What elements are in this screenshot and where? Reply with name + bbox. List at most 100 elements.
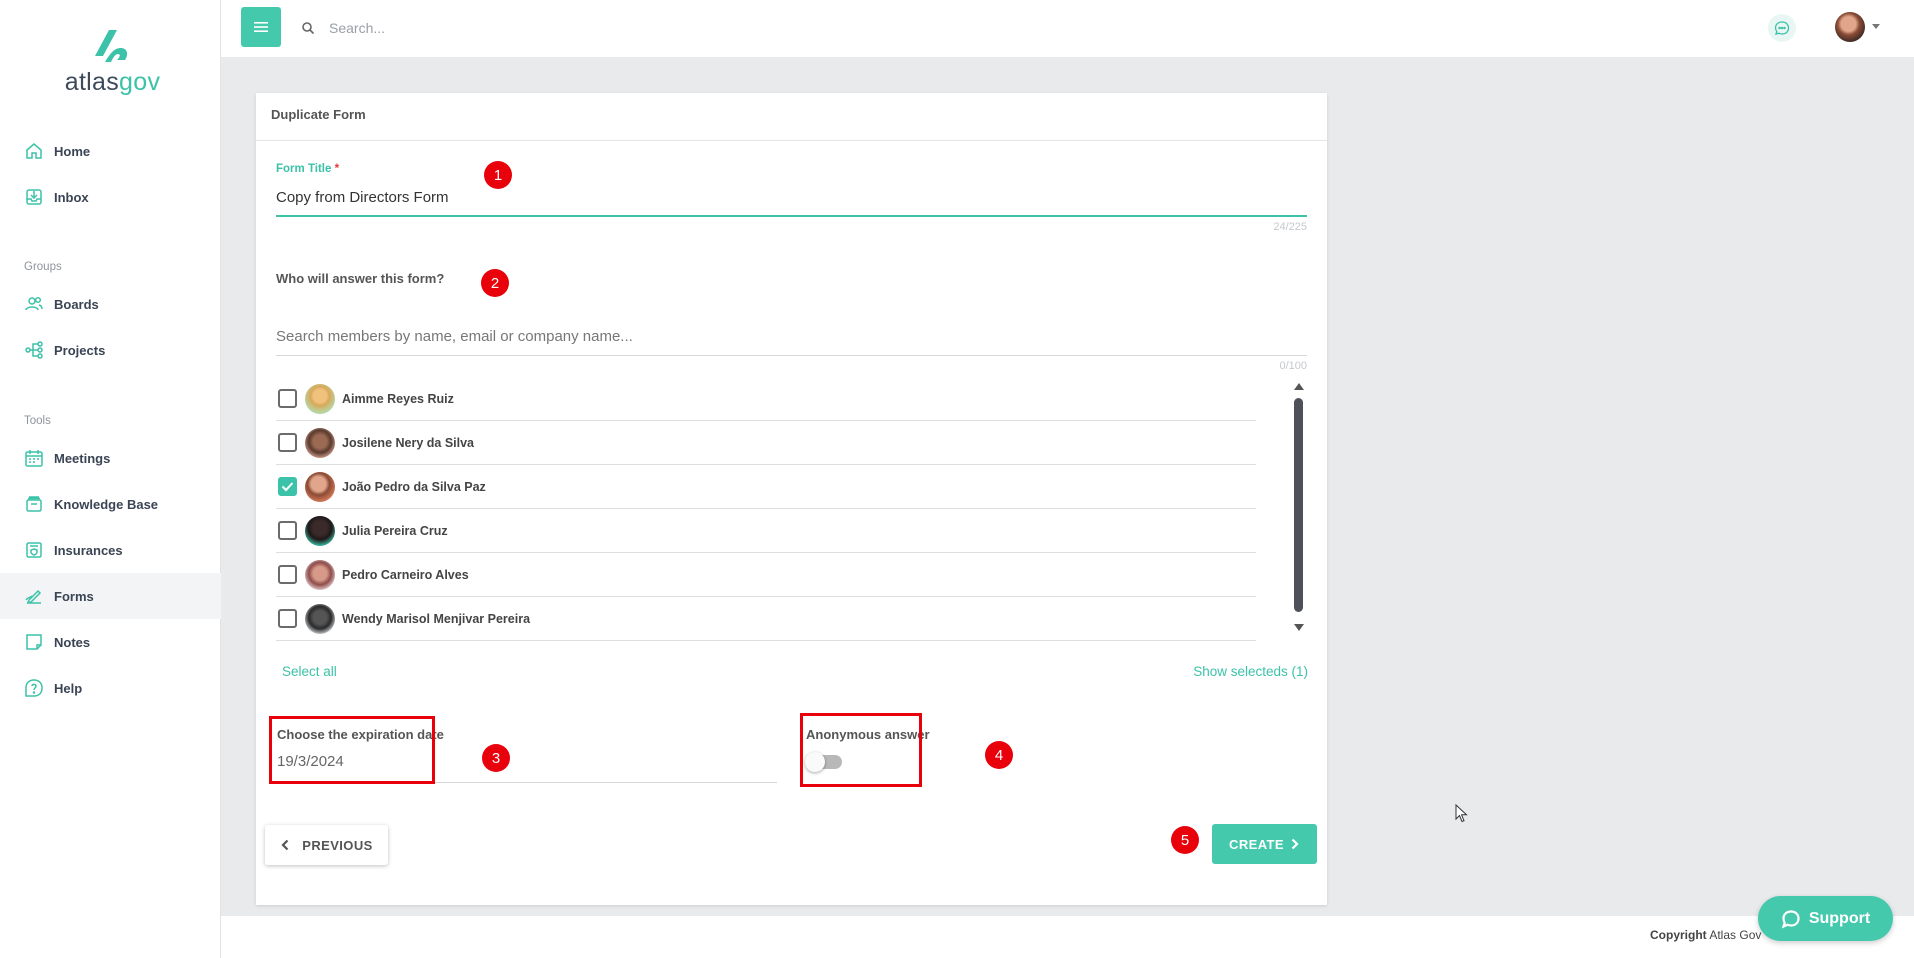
avatar bbox=[305, 471, 335, 502]
sidebar-item-meetings[interactable]: Meetings bbox=[0, 435, 221, 481]
sidebar-item-label: Notes bbox=[54, 634, 91, 650]
atlasgov-logo-icon bbox=[95, 30, 128, 62]
top-bar bbox=[221, 0, 1914, 57]
member-row[interactable]: Pedro Carneiro Alves bbox=[276, 553, 1256, 597]
member-name: João Pedro da Silva Paz bbox=[342, 479, 486, 494]
show-selected-button[interactable]: Show selecteds (1) bbox=[1178, 664, 1308, 679]
sidebar-item-notes[interactable]: Notes bbox=[0, 619, 221, 665]
avatar bbox=[305, 427, 335, 458]
annotation-badge-1: 1 bbox=[484, 161, 512, 189]
form-title-input[interactable] bbox=[276, 184, 1307, 210]
sidebar-item-insurances[interactable]: Insurances bbox=[0, 527, 221, 573]
logo-gov: gov bbox=[119, 68, 161, 96]
calendar-icon bbox=[25, 450, 43, 467]
sidebar-item-knowledge-base[interactable]: Knowledge Base bbox=[0, 481, 221, 527]
chevron-left-icon bbox=[281, 839, 289, 851]
member-row[interactable]: Julia Pereira Cruz bbox=[276, 509, 1256, 553]
create-button[interactable]: CREATE bbox=[1212, 824, 1317, 864]
member-checkbox[interactable] bbox=[278, 565, 297, 584]
member-search-underline bbox=[276, 355, 1307, 356]
hamburger-icon bbox=[254, 22, 268, 32]
member-name: Wendy Marisol Menjivar Pereira bbox=[342, 611, 531, 626]
search-icon bbox=[302, 22, 315, 35]
duplicate-form-card: Duplicate Form Form Title * 24/225 Who w… bbox=[256, 93, 1327, 905]
sidebar-group-groups: Groups bbox=[24, 261, 62, 273]
sidebar-item-home[interactable]: Home bbox=[0, 128, 221, 174]
previous-button[interactable]: PREVIOUS bbox=[265, 825, 388, 865]
sidebar-item-projects[interactable]: Projects bbox=[0, 327, 221, 373]
title-char-counter: 24/225 bbox=[1273, 221, 1307, 233]
avatar bbox=[305, 559, 335, 590]
member-row[interactable]: Wendy Marisol Menjivar Pereira bbox=[276, 597, 1256, 641]
sidebar: atlasgov Home Inbox Groups Boards Projec… bbox=[0, 0, 221, 958]
audience-question: Who will answer this form? bbox=[276, 271, 445, 286]
sidebar-item-label: Boards bbox=[54, 296, 99, 312]
chat-icon bbox=[1774, 21, 1790, 35]
sidebar-item-inbox[interactable]: Inbox bbox=[0, 174, 221, 220]
copyright-company: Atlas Gov bbox=[1709, 928, 1762, 942]
scroll-up-arrow-icon[interactable] bbox=[1294, 383, 1304, 390]
notes-icon bbox=[26, 634, 42, 650]
global-search bbox=[301, 16, 801, 40]
sidebar-item-label: Help bbox=[54, 680, 83, 696]
member-name: Julia Pereira Cruz bbox=[342, 523, 448, 538]
projects-icon bbox=[25, 341, 43, 359]
menu-toggle-button[interactable] bbox=[241, 7, 281, 47]
users-icon bbox=[25, 296, 43, 311]
sidebar-item-forms[interactable]: Forms bbox=[0, 573, 221, 619]
form-title-label: Form Title * bbox=[276, 163, 339, 175]
sidebar-item-label: Knowledge Base bbox=[54, 496, 159, 512]
member-name: Pedro Carneiro Alves bbox=[342, 567, 469, 582]
support-button-label: Support bbox=[1808, 909, 1871, 927]
support-button[interactable]: Support bbox=[1758, 896, 1893, 941]
member-checkbox[interactable] bbox=[278, 609, 297, 628]
chevron-down-icon[interactable] bbox=[1872, 24, 1880, 29]
help-icon bbox=[25, 679, 43, 697]
member-name: Aimme Reyes Ruiz bbox=[342, 391, 454, 406]
mouse-cursor-icon bbox=[1455, 804, 1468, 823]
chevron-right-icon bbox=[1291, 838, 1299, 850]
atlasgov-logo[interactable]: atlasgov bbox=[55, 26, 170, 98]
member-search-input[interactable] bbox=[276, 323, 1307, 349]
chat-bubble-icon bbox=[1781, 909, 1800, 929]
select-all-button[interactable]: Select all bbox=[282, 664, 337, 679]
forms-icon bbox=[25, 589, 42, 604]
sidebar-group-tools: Tools bbox=[24, 415, 51, 427]
sidebar-item-help[interactable]: Help bbox=[0, 665, 221, 711]
insurance-icon bbox=[26, 542, 42, 558]
member-name: Josilene Nery da Silva bbox=[342, 435, 475, 450]
annotation-box-4 bbox=[800, 713, 922, 787]
search-input[interactable] bbox=[329, 20, 769, 36]
annotation-badge-3: 3 bbox=[482, 744, 510, 772]
member-checkbox[interactable] bbox=[278, 433, 297, 452]
member-checkbox[interactable] bbox=[278, 521, 297, 540]
footer: Copyright Atlas Gov bbox=[221, 916, 1914, 958]
check-icon bbox=[281, 482, 294, 492]
member-checkbox[interactable] bbox=[278, 389, 297, 408]
sidebar-item-label: Insurances bbox=[54, 542, 123, 558]
scrollbar-thumb[interactable] bbox=[1294, 398, 1303, 612]
previous-button-label: PREVIOUS bbox=[302, 837, 373, 853]
sidebar-item-label: Projects bbox=[54, 342, 106, 358]
inbox-icon bbox=[26, 189, 42, 205]
sidebar-item-label: Meetings bbox=[54, 450, 111, 466]
form-title-underline bbox=[276, 215, 1307, 217]
avatar bbox=[305, 383, 335, 414]
chat-button[interactable] bbox=[1768, 14, 1796, 42]
annotation-badge-4: 4 bbox=[985, 741, 1013, 769]
user-avatar[interactable] bbox=[1835, 12, 1865, 42]
create-button-label: CREATE bbox=[1229, 836, 1284, 852]
scroll-down-arrow-icon[interactable] bbox=[1294, 624, 1304, 631]
copyright-label: Copyright bbox=[1650, 928, 1707, 942]
member-list: Aimme Reyes Ruiz Josilene Nery da Silva … bbox=[276, 377, 1256, 641]
member-checkbox[interactable] bbox=[278, 477, 297, 496]
avatar bbox=[305, 515, 335, 546]
member-list-scrollbar[interactable] bbox=[1288, 383, 1308, 631]
sidebar-item-label: Forms bbox=[54, 588, 94, 604]
member-row[interactable]: João Pedro da Silva Paz bbox=[276, 465, 1256, 509]
logo-wordmark: atlasgov bbox=[55, 68, 170, 97]
sidebar-item-boards[interactable]: Boards bbox=[0, 281, 221, 327]
member-row[interactable]: Aimme Reyes Ruiz bbox=[276, 377, 1256, 421]
member-counter: 0/100 bbox=[1279, 360, 1307, 372]
member-row[interactable]: Josilene Nery da Silva bbox=[276, 421, 1256, 465]
